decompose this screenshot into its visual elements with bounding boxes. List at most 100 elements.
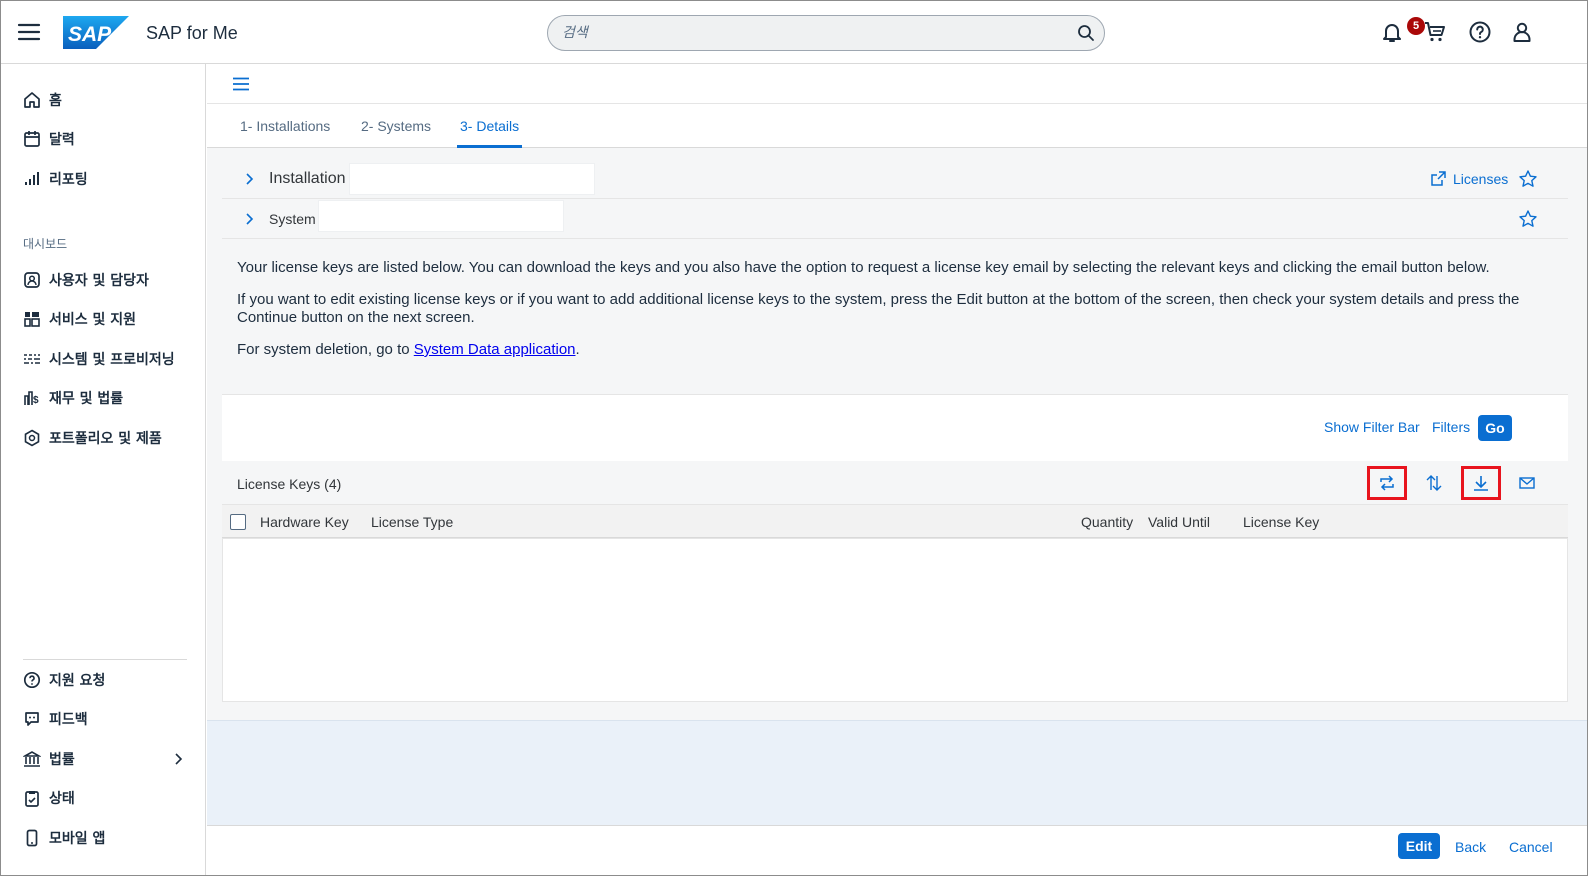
download-icon — [1474, 476, 1488, 491]
chevron-right-icon[interactable] — [242, 172, 256, 186]
nav-item-label: 피드백 — [49, 712, 88, 728]
column-header-hardware-key[interactable]: Hardware Key — [260, 514, 349, 530]
nav-item-calendar[interactable]: 달력 — [23, 127, 75, 151]
main-content: 1- Installations 2- Systems 3- Details I… — [207, 64, 1587, 875]
system-label: System — [269, 211, 316, 227]
star-icon[interactable] — [1518, 209, 1538, 229]
nav-item-status[interactable]: 상태 — [23, 786, 75, 810]
nav-item-users-contacts[interactable]: 사용자 및 담당자 — [23, 268, 149, 292]
show-filter-bar-button[interactable]: Show Filter Bar — [1324, 419, 1420, 435]
nav-item-finance-legal[interactable]: $ 재무 및 법률 — [23, 386, 123, 410]
support-icon — [23, 671, 41, 689]
menu-icon[interactable] — [17, 20, 41, 44]
refresh-icon — [1380, 475, 1394, 491]
nav-item-portfolio-products[interactable]: 포트폴리오 및 제품 — [23, 426, 162, 450]
search-field[interactable] — [547, 15, 1105, 51]
app-title: SAP for Me — [146, 23, 238, 43]
email-button[interactable] — [1507, 466, 1547, 500]
tab-details[interactable]: 3- Details — [457, 104, 523, 148]
calendar-icon — [24, 131, 40, 147]
contacts-icon — [24, 272, 40, 288]
nav-item-label: 법률 — [49, 752, 75, 768]
nav-item-systems-provisioning[interactable]: 시스템 및 프로비저닝 — [23, 347, 175, 371]
info-prefix: For system deletion, go to — [237, 341, 414, 358]
tab-installations[interactable]: 1- Installations — [237, 104, 333, 148]
column-header-valid-until[interactable]: Valid Until — [1148, 514, 1210, 530]
wizard-tabs: 1- Installations 2- Systems 3- Details — [207, 104, 1587, 148]
mobile-icon — [26, 829, 38, 847]
installation-value-box — [349, 163, 595, 195]
chevron-right-icon[interactable] — [171, 752, 185, 766]
home-icon — [24, 92, 40, 108]
side-navigation: 홈 달력 리포팅 대시보드 사용자 및 담당자 서비스 및 지원 시스템 및 프… — [1, 64, 206, 875]
email-icon — [1519, 477, 1535, 489]
nav-item-label: 리포팅 — [49, 172, 88, 188]
info-paragraph: If you want to edit existing license key… — [237, 291, 1520, 326]
nav-item-label: 재무 및 법률 — [49, 391, 124, 407]
licenses-link-label: Licenses — [1453, 171, 1509, 187]
nav-item-label: 사용자 및 담당자 — [49, 273, 149, 289]
column-header-license-type[interactable]: License Type — [371, 514, 453, 530]
sub-header — [207, 64, 1587, 104]
nav-item-support-request[interactable]: 지원 요청 — [23, 668, 105, 692]
feedback-icon — [25, 712, 39, 726]
cart-icon[interactable] — [1423, 20, 1447, 44]
nav-item-label: 포트폴리오 및 제품 — [49, 431, 162, 447]
select-all-checkbox[interactable] — [230, 514, 246, 530]
bell-icon[interactable] — [1380, 20, 1404, 44]
sort-icon — [1426, 475, 1442, 491]
column-header-quantity[interactable]: Quantity — [1081, 514, 1133, 530]
nav-item-label: 지원 요청 — [49, 673, 106, 689]
filter-bar: Show Filter Bar Filters Go — [222, 394, 1568, 461]
sap-logo[interactable]: SAP — [63, 16, 129, 49]
installation-label: Installation — [269, 170, 346, 187]
system-data-link[interactable]: System Data application — [414, 341, 576, 358]
nav-item-home[interactable]: 홈 — [23, 88, 62, 112]
filters-button[interactable]: Filters — [1432, 419, 1470, 435]
tab-systems[interactable]: 2- Systems — [358, 104, 434, 148]
nav-item-label: 달력 — [49, 132, 75, 148]
nav-item-label: 상태 — [49, 791, 75, 807]
refresh-button[interactable] — [1367, 466, 1407, 500]
system-value-box — [318, 200, 564, 232]
nav-item-reporting[interactable]: 리포팅 — [23, 167, 88, 191]
nav-section-dashboard: 대시보드 — [23, 237, 68, 251]
portfolio-icon — [24, 429, 40, 447]
star-icon[interactable] — [1518, 169, 1538, 189]
download-button[interactable] — [1461, 466, 1501, 500]
search-input[interactable] — [562, 16, 1062, 50]
bar-chart-icon — [25, 172, 39, 185]
licenses-link[interactable]: Licenses — [1429, 170, 1508, 188]
column-header-license-key[interactable]: License Key — [1243, 514, 1319, 530]
info-suffix: . — [575, 341, 580, 358]
legal-icon — [23, 751, 41, 767]
edit-button[interactable]: Edit — [1398, 833, 1440, 859]
nav-item-feedback[interactable]: 피드백 — [23, 707, 88, 731]
back-button[interactable]: Back — [1455, 839, 1486, 855]
go-button[interactable]: Go — [1478, 415, 1512, 441]
page-background — [207, 720, 1587, 825]
status-icon — [25, 791, 39, 807]
nav-item-legal[interactable]: 법률 — [23, 747, 75, 771]
services-icon — [24, 312, 40, 327]
table-toolbar: License Keys (4) — [222, 462, 1568, 504]
installation-panel: Installation Licenses — [222, 159, 1568, 199]
nav-item-label: 모바일 앱 — [49, 831, 106, 847]
footer-toolbar: Edit Back Cancel — [207, 825, 1587, 875]
nav-item-services-support[interactable]: 서비스 및 지원 — [23, 307, 136, 331]
nav-item-mobile-app[interactable]: 모바일 앱 — [23, 826, 105, 850]
app-frame: SAP SAP for Me 5 홈 — [0, 0, 1588, 876]
system-panel: System — [222, 199, 1568, 239]
info-text: Your license keys are listed below. You … — [237, 259, 1537, 373]
chevron-right-icon[interactable] — [242, 212, 256, 226]
search-icon[interactable] — [1076, 23, 1096, 43]
help-icon[interactable] — [1468, 20, 1492, 44]
shell-bar: SAP SAP for Me 5 — [1, 1, 1587, 64]
menu-icon[interactable] — [231, 74, 251, 94]
cancel-button[interactable]: Cancel — [1509, 839, 1553, 855]
user-icon[interactable] — [1510, 20, 1534, 44]
external-link-icon — [1431, 171, 1446, 186]
systems-icon — [24, 354, 40, 364]
nav-item-label: 시스템 및 프로비저닝 — [49, 352, 175, 368]
sort-button[interactable] — [1414, 466, 1454, 500]
